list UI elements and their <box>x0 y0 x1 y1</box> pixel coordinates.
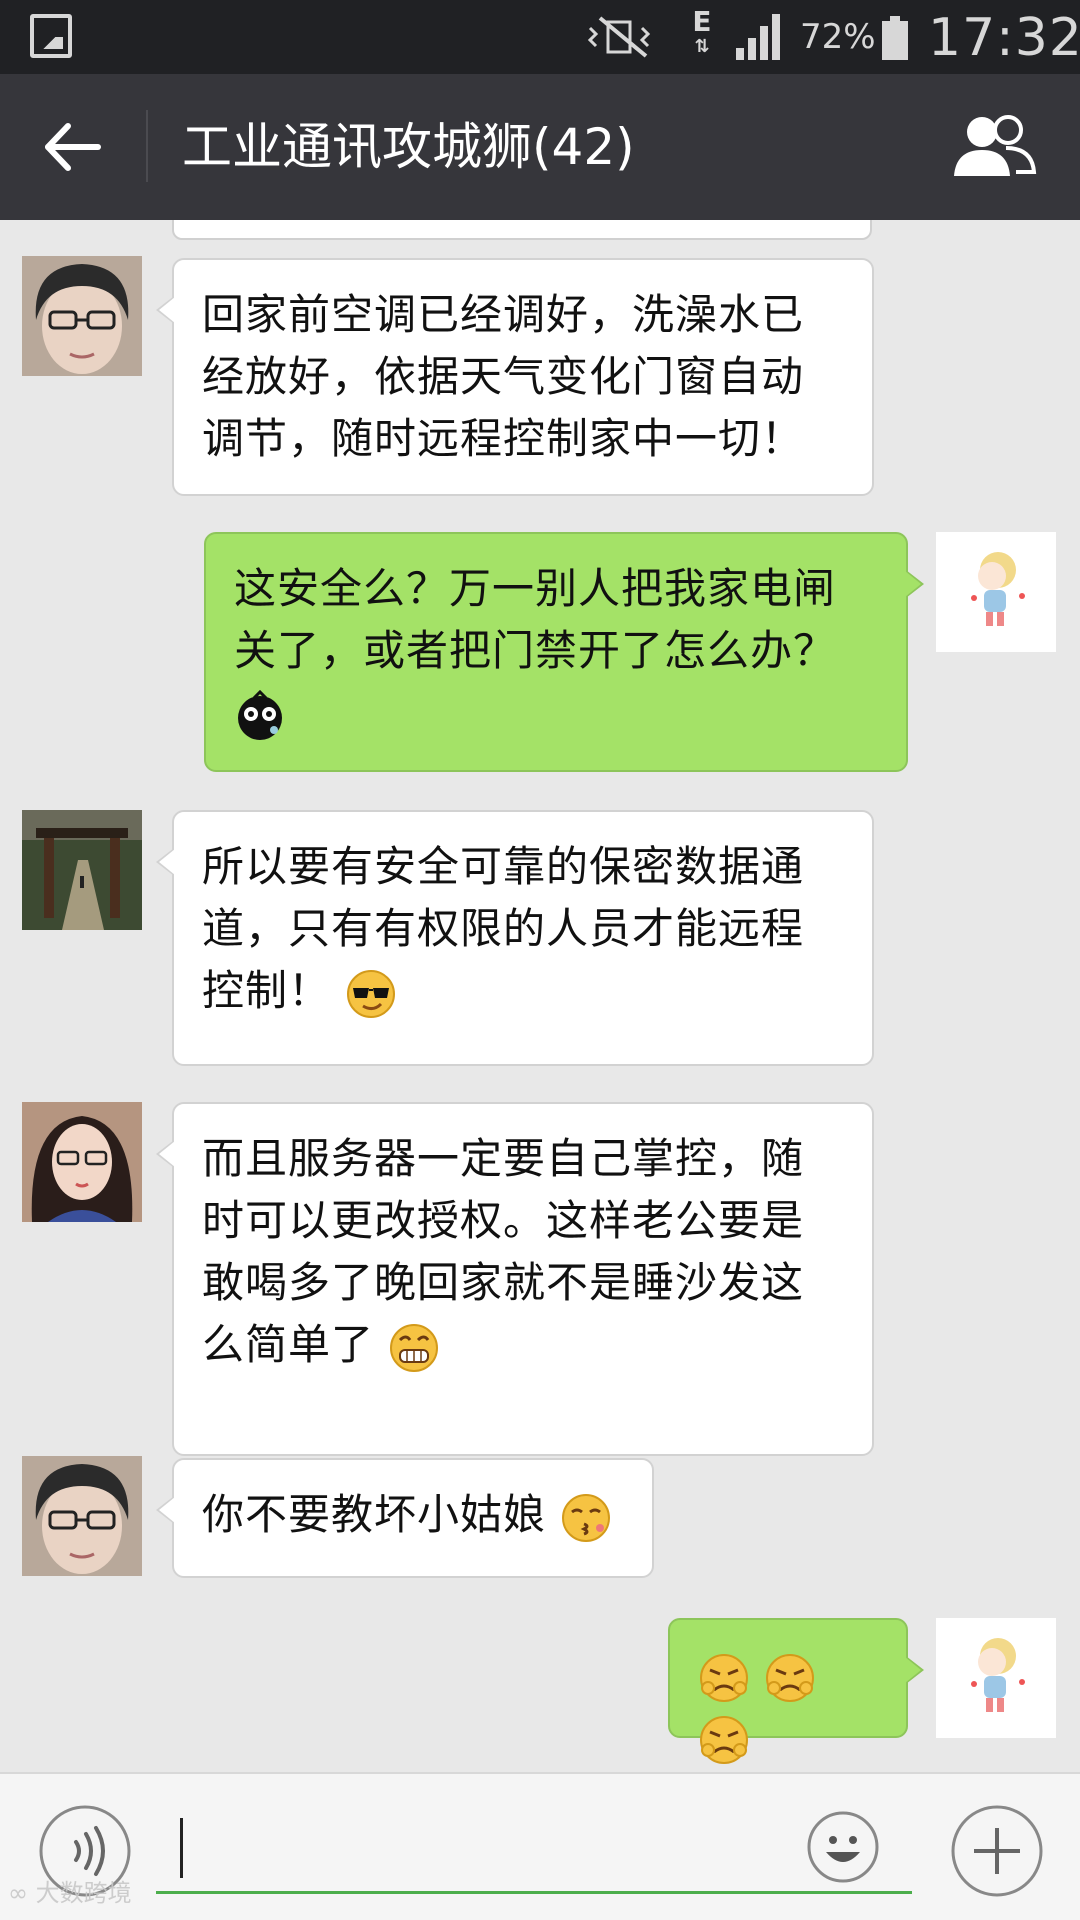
message-text: 这安全么？万一别人把我家电闸关了，或者把门禁开了怎么办？ <box>234 564 837 675</box>
sad-face-emoji <box>700 1715 748 1764</box>
emoji-picker-icon[interactable] <box>806 1810 880 1884</box>
message-bubble[interactable]: 你不要教坏小姑娘 <box>156 1458 654 1578</box>
signal-strength-icon <box>736 14 780 60</box>
avatar[interactable] <box>22 256 142 376</box>
group-members-icon[interactable] <box>944 110 1040 180</box>
input-bar <box>0 1772 1080 1920</box>
kissing-emoji <box>562 1493 611 1542</box>
partial-message-bubble <box>172 220 872 240</box>
more-options-plus-icon[interactable] <box>950 1804 1044 1898</box>
gallery-notification-icon <box>30 14 72 58</box>
text-caret <box>180 1818 183 1878</box>
chat-header: 工业通讯攻城狮(42) <box>0 74 1080 220</box>
network-type-indicator: E ⇅ <box>692 5 712 58</box>
message-text: 所以要有安全可靠的保密数据通道，只有有权限的人员才能远程控制！ <box>202 842 805 1015</box>
status-bar: E ⇅ 72% 17:32 <box>0 0 1080 74</box>
header-divider <box>146 110 148 182</box>
watermark: ∞ 大数跨境 <box>8 1879 132 1907</box>
message-bubble[interactable]: 所以要有安全可靠的保密数据通道，只有有权限的人员才能远程控制！ <box>156 810 874 1066</box>
back-arrow-icon[interactable] <box>36 110 110 184</box>
cool-sunglasses-emoji <box>347 969 396 1018</box>
sad-face-emoji <box>766 1653 815 1702</box>
message-text: 回家前空调已经调好，洗澡水已经放好，依据天气变化门窗自动调节，随时远程控制家中一… <box>202 290 805 463</box>
battery-percentage: 72% <box>800 17 876 57</box>
avatar[interactable] <box>22 1456 142 1576</box>
battery-icon <box>882 16 908 60</box>
vibrate-mute-icon <box>587 16 651 58</box>
message-bubble[interactable]: 而且服务器一定要自己掌控，随时可以更改授权。这样老公要是敢喝多了晚回家就不是睡沙… <box>156 1102 874 1456</box>
message-text: 你不要教坏小姑娘 <box>202 1490 547 1539</box>
message-list[interactable]: 回家前空调已经调好，洗澡水已经放好，依据天气变化门窗自动调节，随时远程控制家中一… <box>0 220 1080 1772</box>
message-bubble[interactable] <box>668 1618 924 1764</box>
sad-face-emoji <box>700 1653 748 1702</box>
message-input[interactable] <box>156 1800 912 1894</box>
dizzy-face-emoji <box>238 689 282 740</box>
grinning-teeth-emoji <box>390 1323 439 1372</box>
avatar[interactable] <box>936 532 1056 652</box>
message-bubble[interactable]: 回家前空调已经调好，洗澡水已经放好，依据天气变化门窗自动调节，随时远程控制家中一… <box>156 258 874 496</box>
message-bubble[interactable]: 这安全么？万一别人把我家电闸关了，或者把门禁开了怎么办？ <box>204 532 924 772</box>
avatar[interactable] <box>936 1618 1056 1738</box>
clock: 17:32 <box>928 8 1080 68</box>
avatar[interactable] <box>22 810 142 930</box>
chat-title: 工业通讯攻城狮(42) <box>182 118 635 176</box>
message-text: 而且服务器一定要自己掌控，随时可以更改授权。这样老公要是敢喝多了晚回家就不是睡沙… <box>202 1134 805 1369</box>
avatar[interactable] <box>22 1102 142 1222</box>
